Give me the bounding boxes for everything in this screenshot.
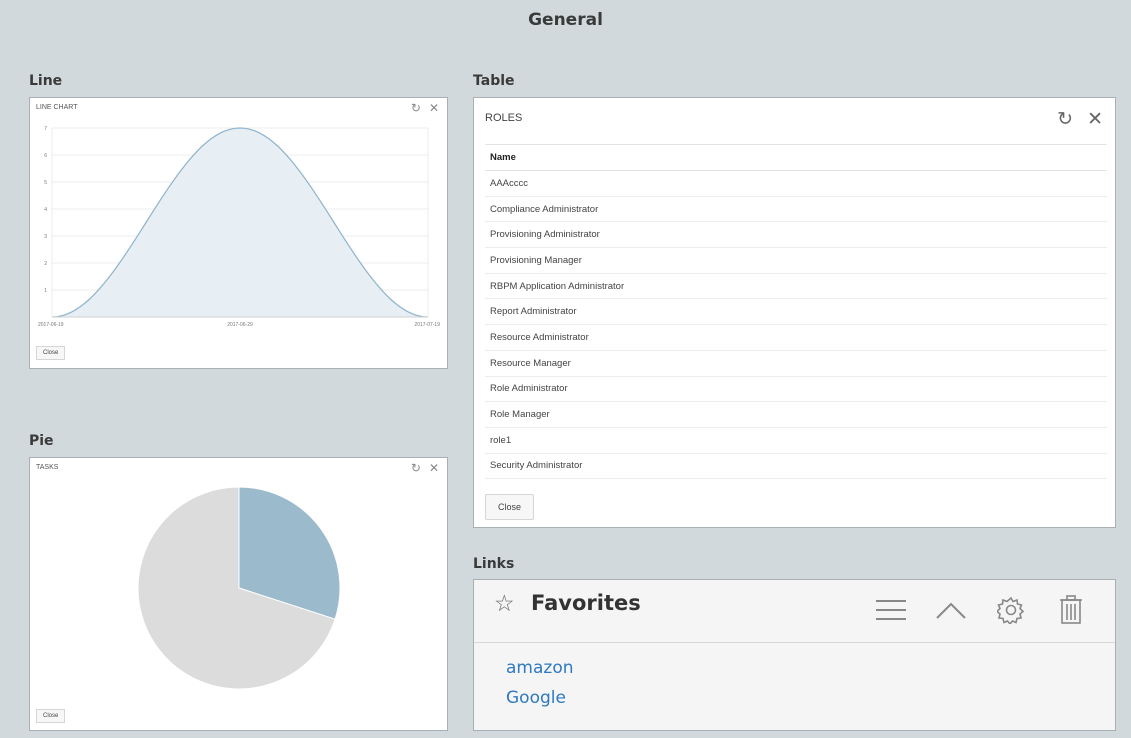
y-tick-label: 1	[44, 288, 47, 294]
star-icon[interactable]: ☆	[494, 590, 515, 617]
section-label-line: Line	[29, 73, 63, 89]
table-cell: RBPM Application Administrator	[485, 273, 1107, 300]
table-row[interactable]: Provisioning Administrator	[485, 221, 1107, 249]
table-row[interactable]: Role Manager	[485, 401, 1107, 428]
line-chart-close-button[interactable]: Close	[36, 346, 66, 360]
table-row[interactable]: AAAcccc	[485, 170, 1107, 197]
y-tick-label: 3	[44, 234, 47, 240]
series-area	[52, 128, 428, 317]
favorites-title: Favorites	[531, 591, 641, 615]
x-tick-label: 2017-06-19	[38, 322, 64, 328]
section-label-pie: Pie	[29, 433, 54, 449]
chevron-up-icon[interactable]	[933, 592, 969, 628]
favorite-link-amazon[interactable]: amazon	[506, 658, 574, 678]
table-cell: AAAcccc	[485, 170, 1107, 197]
close-icon[interactable]: ✕	[1087, 110, 1103, 129]
gear-icon[interactable]	[993, 592, 1029, 628]
x-tick-label: 2017-07-19	[414, 322, 440, 328]
roles-table-panel: ROLES ↻ ✕ Name AAAcccc Compliance Admini…	[473, 97, 1116, 528]
table-row[interactable]: Compliance Administrator	[485, 196, 1107, 223]
table-cell: Security Administrator	[485, 453, 1107, 480]
roles-heading: ROLES	[485, 112, 523, 124]
y-tick-label: 5	[44, 180, 47, 186]
roles-table: Name AAAcccc Compliance Administrator Pr…	[485, 144, 1107, 480]
table-cell: Report Administrator	[485, 298, 1107, 326]
pie-chart-close-button[interactable]: Close	[36, 709, 66, 723]
y-tick-label: 2	[44, 261, 47, 267]
table-row[interactable]: Resource Manager	[485, 350, 1107, 377]
favorite-link-google[interactable]: Google	[506, 688, 574, 708]
table-cell: Role Manager	[485, 401, 1107, 428]
table-row[interactable]: Role Administrator	[485, 376, 1107, 403]
table-cell: Compliance Administrator	[485, 196, 1107, 223]
favorites-panel: ☆ Favorites amazon Google	[473, 579, 1116, 731]
pie-chart	[137, 486, 341, 690]
trash-icon[interactable]	[1053, 592, 1089, 628]
y-tick-label: 4	[44, 207, 47, 213]
section-label-table: Table	[473, 73, 515, 89]
table-row[interactable]: role1	[485, 427, 1107, 454]
table-row[interactable]: Provisioning Manager	[485, 247, 1107, 274]
refresh-icon[interactable]: ↻	[1057, 110, 1073, 129]
menu-icon[interactable]	[873, 592, 909, 628]
table-row[interactable]: Report Administrator	[485, 298, 1107, 326]
line-chart: 1 2 3 4 5 6 7 2017-06-19 2017-06-29 2017-07-19	[38, 126, 440, 328]
line-chart-panel: LINE CHART ↻ ✕ 1 2 3 4 5 6 7 2017-06-19 2017-06-…	[29, 97, 448, 369]
x-tick-label: 2017-06-29	[227, 322, 253, 328]
column-header-name[interactable]: Name	[485, 144, 1107, 171]
table-cell: Provisioning Administrator	[485, 221, 1107, 249]
pie-chart-panel: TASKS ↻ ✕ Close	[29, 457, 448, 731]
y-tick-label: 7	[44, 126, 47, 132]
table-row[interactable]: Security Administrator	[485, 453, 1107, 480]
table-row[interactable]: Resource Administrator	[485, 324, 1107, 351]
table-cell: Role Administrator	[485, 376, 1107, 403]
table-cell: Resource Manager	[485, 350, 1107, 377]
roles-close-button[interactable]: Close	[485, 494, 535, 520]
table-cell: Provisioning Manager	[485, 247, 1107, 274]
table-row[interactable]: RBPM Application Administrator	[485, 273, 1107, 300]
table-cell: role1	[485, 427, 1107, 454]
page-title: General	[528, 10, 603, 30]
favorites-header: ☆ Favorites	[474, 580, 1115, 643]
section-label-links: Links	[473, 556, 515, 572]
y-tick-label: 6	[44, 153, 47, 159]
table-cell: Resource Administrator	[485, 324, 1107, 351]
